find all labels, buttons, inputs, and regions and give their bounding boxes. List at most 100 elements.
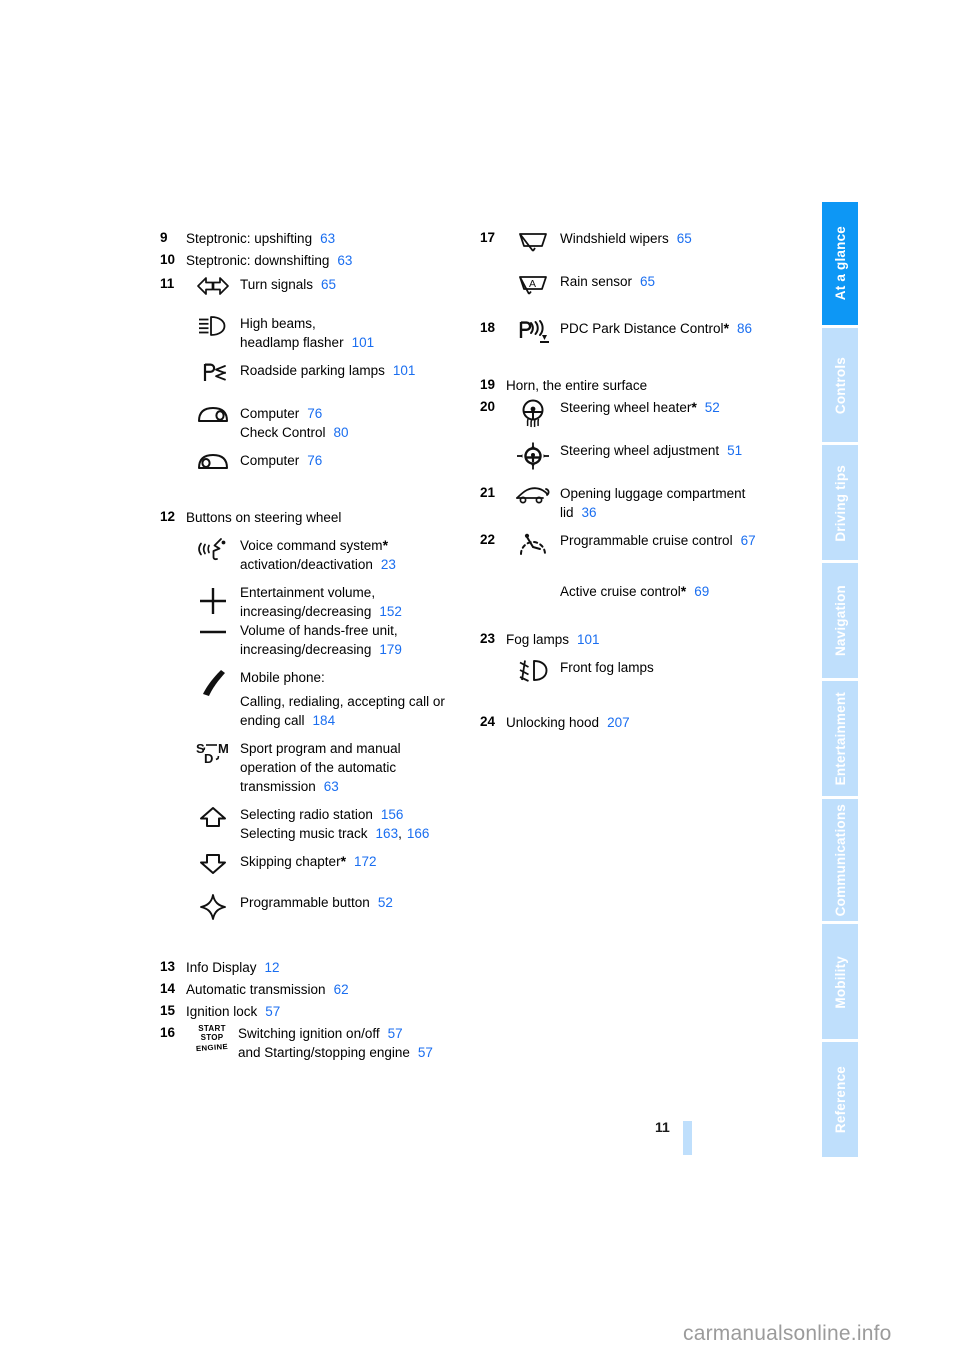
sidebar-tab-navigation[interactable]: Navigation bbox=[822, 563, 858, 678]
sidebar-tab-controls[interactable]: Controls bbox=[822, 327, 858, 443]
item-text: Rain sensor 65 bbox=[560, 271, 800, 291]
page-ref[interactable]: 166 bbox=[407, 826, 430, 841]
svg-text:D: D bbox=[204, 751, 213, 766]
page-ref[interactable]: 156 bbox=[381, 807, 404, 822]
sidebar-tab-label: Entertainment bbox=[832, 691, 848, 786]
parking-lamps-icon bbox=[186, 360, 240, 383]
page-ref[interactable]: 172 bbox=[354, 854, 377, 869]
page-ref[interactable]: 207 bbox=[607, 715, 630, 730]
item-number: 10 bbox=[160, 252, 176, 267]
item-text: Mobile phone: Calling, redialing, accept… bbox=[240, 667, 480, 730]
sidebar-tab-communications[interactable]: Communications bbox=[822, 798, 858, 922]
legend-subitem-front-fog-lamps: Front fog lamps bbox=[480, 657, 800, 684]
legend-subitem-volume: Entertainment volume, increasing/decreas… bbox=[160, 582, 480, 659]
legend-item-10: 10 Steptronic: downshifting 63 bbox=[160, 250, 480, 270]
sidebar-tab-reference[interactable]: Reference bbox=[822, 1042, 858, 1157]
optional-equipment-asterisk: * bbox=[723, 320, 730, 336]
page-ref[interactable]: 184 bbox=[313, 713, 336, 728]
page-ref[interactable]: 179 bbox=[379, 642, 402, 657]
page-ref[interactable]: 67 bbox=[741, 533, 756, 548]
item-label: Steptronic: downshifting bbox=[186, 253, 330, 268]
legend-subitem-programmable-button: Programmable button 52 bbox=[160, 892, 480, 921]
item-text: High beams, headlamp flasher 101 bbox=[240, 313, 480, 352]
item-label: Computer bbox=[240, 453, 300, 468]
page-ref[interactable]: 23 bbox=[381, 557, 396, 572]
item-label-line1: High beams, bbox=[240, 316, 316, 331]
pdc-icon bbox=[506, 318, 560, 347]
page-ref[interactable]: 63 bbox=[324, 779, 339, 794]
item-label: Fog lamps bbox=[506, 632, 570, 647]
legend-subitem-rain-sensor: A Rain sensor 65 bbox=[480, 271, 800, 298]
page-ref[interactable]: 57 bbox=[388, 1026, 403, 1041]
item-text: Programmable cruise control 67 bbox=[560, 530, 800, 550]
item-text: Automatic transmission 62 bbox=[186, 979, 480, 999]
page-ref[interactable]: 12 bbox=[265, 960, 280, 975]
sidebar-tab-mobility[interactable]: Mobility bbox=[822, 924, 858, 1040]
page-ref[interactable]: 65 bbox=[640, 274, 655, 289]
item-text: Ignition lock 57 bbox=[186, 1001, 480, 1021]
sidebar-tab-driving-tips[interactable]: Driving tips bbox=[822, 445, 858, 561]
page-ref[interactable]: 62 bbox=[334, 982, 349, 997]
sidebar-tab-label: Navigation bbox=[832, 585, 848, 657]
item-text: Opening luggage compartment lid 36 bbox=[560, 483, 800, 522]
page-ref[interactable]: 152 bbox=[379, 604, 402, 619]
page-ref[interactable]: 101 bbox=[393, 363, 416, 378]
sidebar-tab-label: Driving tips bbox=[832, 464, 848, 542]
page-ref[interactable]: 101 bbox=[577, 632, 600, 647]
programmable-star-icon bbox=[186, 892, 240, 921]
item-text: Steptronic: downshifting 63 bbox=[186, 250, 480, 270]
legend-item-22: 22 Programmable cruise control 67 bbox=[480, 530, 800, 561]
item-label: Steering wheel heater bbox=[560, 400, 692, 415]
page-ref[interactable]: 69 bbox=[694, 584, 709, 599]
page-ref[interactable]: 63 bbox=[320, 231, 335, 246]
page-ref[interactable]: 101 bbox=[352, 335, 375, 350]
item-text: Steptronic: upshifting 63 bbox=[186, 228, 480, 248]
page-ref[interactable]: 36 bbox=[582, 505, 597, 520]
item-number: 9 bbox=[160, 230, 168, 245]
item-text: Skipping chapter* 172 bbox=[240, 851, 480, 871]
page-ref[interactable]: 163 bbox=[376, 826, 399, 841]
page-ref[interactable]: 80 bbox=[334, 425, 349, 440]
page-ref[interactable]: 51 bbox=[727, 443, 742, 458]
page-ref[interactable]: 63 bbox=[337, 253, 352, 268]
page-ref[interactable]: 57 bbox=[265, 1004, 280, 1019]
page-ref[interactable]: 76 bbox=[307, 406, 322, 421]
stalk-button-computer-alt-icon bbox=[186, 450, 240, 471]
item-label-line3: Volume of hands-free unit, bbox=[240, 623, 398, 638]
legend-item-11: 11 Turn signals 65 bbox=[160, 274, 480, 297]
steering-wheel-adjustment-icon bbox=[506, 440, 560, 471]
item-text: Programmable button 52 bbox=[240, 892, 480, 912]
item-label-line1: Voice command system bbox=[240, 538, 383, 553]
item-text: Steering wheel adjustment 51 bbox=[560, 440, 800, 460]
legend-item-15: 15 Ignition lock 57 bbox=[160, 1001, 480, 1021]
legend-subitem-computer-alt: Computer 76 bbox=[160, 450, 480, 471]
item-number: 16 bbox=[160, 1025, 176, 1040]
item-text: Switching ignition on/off 57 and Starting… bbox=[238, 1023, 480, 1062]
sidebar-tab-at-a-glance[interactable]: At a glance bbox=[822, 202, 858, 325]
sidebar-tab-label: At a glance bbox=[832, 226, 848, 301]
manual-page: At a glance Controls Driving tips Naviga… bbox=[0, 0, 960, 1358]
optional-equipment-asterisk: * bbox=[382, 537, 389, 553]
page-ref[interactable]: 52 bbox=[378, 895, 393, 910]
optional-equipment-asterisk: * bbox=[691, 399, 697, 415]
section-tab-rail: At a glance Controls Driving tips Naviga… bbox=[822, 202, 858, 1160]
windshield-wipers-icon bbox=[506, 228, 560, 255]
page-ref[interactable]: 57 bbox=[418, 1045, 433, 1060]
page-ref[interactable]: 76 bbox=[307, 453, 322, 468]
page-ref[interactable]: 52 bbox=[705, 400, 720, 415]
page-ref[interactable]: 65 bbox=[677, 231, 692, 246]
high-beams-icon bbox=[186, 313, 240, 338]
optional-equipment-asterisk: * bbox=[680, 583, 687, 599]
cruise-control-icon bbox=[506, 530, 560, 561]
sidebar-tab-entertainment[interactable]: Entertainment bbox=[822, 680, 858, 796]
sidebar-tab-label: Mobility bbox=[832, 955, 848, 1009]
page-ref[interactable]: 86 bbox=[737, 321, 752, 336]
item-text: Steering wheel heater* 52 bbox=[560, 397, 800, 417]
legend-subitem-steering-wheel-adjustment: Steering wheel adjustment 51 bbox=[480, 440, 800, 471]
legend-subitem-computer-check-control: Computer 76 Check Control 80 bbox=[160, 403, 480, 442]
page-ref[interactable]: 65 bbox=[321, 277, 336, 292]
item-number: 21 bbox=[480, 485, 496, 500]
item-number: 23 bbox=[480, 631, 496, 646]
legend-item-24: 24 Unlocking hood 207 bbox=[480, 712, 800, 732]
start-stop-line2: STOP bbox=[200, 1032, 224, 1042]
